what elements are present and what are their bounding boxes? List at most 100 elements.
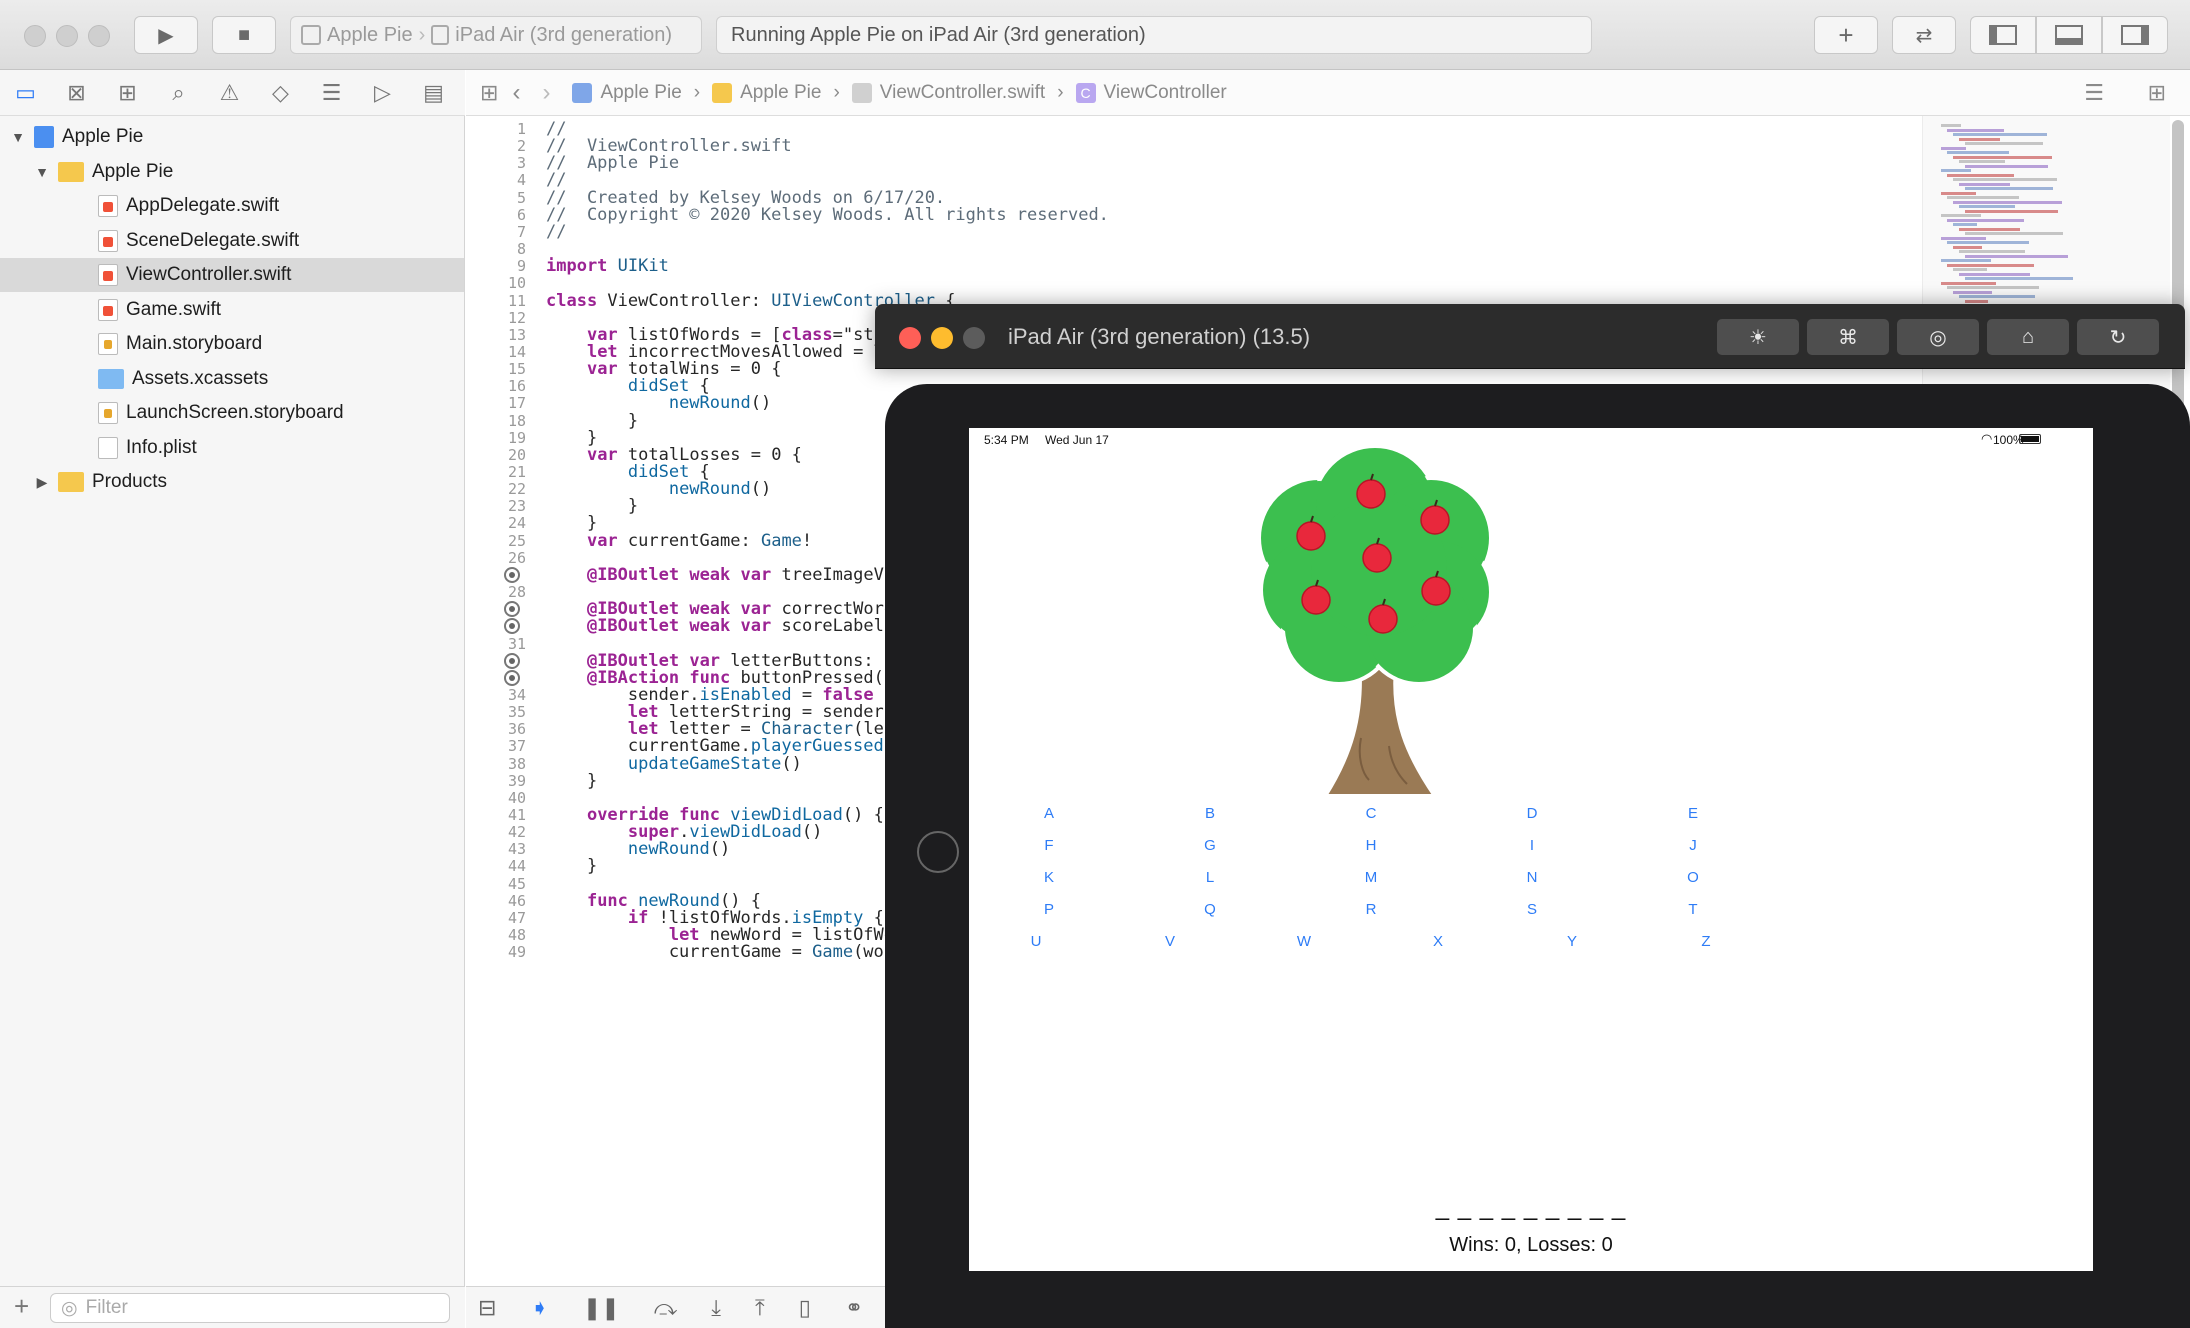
letter-button-v[interactable]: V	[1150, 933, 1190, 950]
letter-button-o[interactable]: O	[1673, 869, 1713, 886]
editor-options-icon[interactable]: ☰	[2084, 80, 2104, 106]
step-into-icon[interactable]: ⤓	[711, 1295, 721, 1321]
letter-button-i[interactable]: I	[1512, 837, 1552, 854]
outlet-connection-icon[interactable]	[504, 652, 520, 669]
letter-button-t[interactable]: T	[1673, 901, 1713, 918]
filter-input[interactable]: ◎ Filter	[50, 1293, 450, 1323]
navigator-item-label: LaunchScreen.storyboard	[126, 402, 344, 423]
report-icon[interactable]: ▤	[408, 80, 459, 106]
letter-button-j[interactable]: J	[1673, 837, 1713, 854]
simulator-title-bar[interactable]: iPad Air (3rd generation) (13.5) ☀ ⌘ ◎ ⌂ ↻	[875, 304, 2185, 369]
source-control-icon[interactable]: ⊠	[51, 80, 102, 106]
toggle-debug-area-button[interactable]	[2036, 16, 2102, 54]
step-over-icon[interactable]: ⤼	[654, 1295, 678, 1321]
hide-debug-area-icon[interactable]: ⊟	[478, 1295, 496, 1321]
navigator-item[interactable]: ViewController.swift	[0, 258, 464, 292]
outlet-connection-icon[interactable]	[504, 601, 520, 618]
add-file-icon[interactable]: +	[14, 1291, 29, 1322]
letter-button-s[interactable]: S	[1512, 901, 1552, 918]
navigator-item[interactable]: LaunchScreen.storyboard	[0, 396, 464, 430]
letter-button-l[interactable]: L	[1190, 869, 1230, 886]
letter-button-n[interactable]: N	[1512, 869, 1552, 886]
ipad-screen[interactable]: 5:34 PM Wed Jun 17 ◠ 100% A B C D E F G …	[969, 428, 2093, 1271]
code-review-button[interactable]: ⇄	[1892, 16, 1956, 54]
swift-file-icon	[851, 82, 872, 103]
test-icon[interactable]: ◇	[255, 80, 306, 106]
navigator-item[interactable]: ▶ Products	[0, 465, 464, 499]
close-simulator-button[interactable]	[899, 327, 921, 349]
letter-button-h[interactable]: H	[1351, 837, 1391, 854]
letter-button-u[interactable]: U	[1016, 933, 1056, 950]
jump-bar-crumb[interactable]: Apple Pie ›	[572, 82, 700, 104]
view-hierarchy-icon[interactable]: ▯	[799, 1295, 811, 1321]
outlet-connection-icon[interactable]	[504, 566, 520, 583]
library-button[interactable]: +	[1814, 16, 1878, 54]
breakpoints-toggle-icon[interactable]: ➧	[530, 1295, 548, 1321]
letter-button-x[interactable]: X	[1418, 933, 1458, 950]
pause-icon[interactable]: ❚❚	[583, 1295, 620, 1321]
symbol-icon[interactable]: ⊞	[102, 80, 153, 106]
jump-bar-crumb[interactable]: C ViewController	[1075, 82, 1227, 104]
zoom-window-button[interactable]	[88, 25, 110, 47]
outlet-connection-icon[interactable]	[504, 618, 520, 635]
home-button[interactable]	[917, 831, 959, 873]
letter-button-q[interactable]: Q	[1190, 901, 1230, 918]
letter-button-d[interactable]: D	[1512, 805, 1552, 822]
folder-icon[interactable]: ▭	[0, 80, 51, 106]
line-number-gutter[interactable]: 1 2 3 4 5 6 7 8 9 10 11 12 13 14 15 16 17 18 19 20 21 22 23 24 2…	[466, 116, 532, 1278]
minimize-window-button[interactable]	[56, 25, 78, 47]
navigator-item[interactable]: AppDelegate.swift	[0, 189, 464, 223]
letter-button-c[interactable]: C	[1351, 805, 1391, 822]
debug-icon[interactable]: ☰	[306, 80, 357, 106]
letter-button-e[interactable]: E	[1673, 805, 1713, 822]
letter-button-p[interactable]: P	[1029, 901, 1069, 918]
warning-icon[interactable]: ⚠	[204, 80, 255, 106]
letter-button-g[interactable]: G	[1190, 837, 1230, 854]
navigator-item[interactable]: SceneDelegate.swift	[0, 224, 464, 258]
toggle-navigator-button[interactable]	[1970, 16, 2036, 54]
disclosure-open-icon[interactable]: ▼	[34, 164, 50, 180]
run-button[interactable]: ▶	[134, 16, 198, 54]
outlet-connection-icon[interactable]	[504, 669, 520, 686]
navigator-item[interactable]: ▼ Apple Pie	[0, 155, 464, 189]
disclosure-closed-icon[interactable]: ▶	[34, 474, 50, 491]
letter-button-k[interactable]: K	[1029, 869, 1069, 886]
navigator-item[interactable]: ▼ Apple Pie	[0, 120, 464, 154]
letter-button-z[interactable]: Z	[1686, 933, 1726, 950]
letter-button-w[interactable]: W	[1284, 933, 1324, 950]
minimize-simulator-button[interactable]	[931, 327, 953, 349]
letter-button-m[interactable]: M	[1351, 869, 1391, 886]
forward-icon[interactable]: ›	[542, 79, 550, 107]
command-button[interactable]: ⌘	[1807, 319, 1889, 355]
navigator-item[interactable]: Main.storyboard	[0, 327, 464, 361]
zoom-simulator-button[interactable]	[963, 327, 985, 349]
letter-button-y[interactable]: Y	[1552, 933, 1592, 950]
memory-graph-icon[interactable]: ⚭	[845, 1295, 863, 1321]
navigator-item[interactable]: Game.swift	[0, 293, 464, 327]
navigator-item[interactable]: Assets.xcassets	[0, 362, 464, 396]
breakpoint-icon[interactable]: ▷	[357, 80, 408, 106]
search-icon[interactable]: ⌕	[153, 80, 204, 106]
add-editor-icon[interactable]: ⊞	[2148, 80, 2166, 106]
jump-bar-crumb[interactable]: Apple Pie ›	[712, 82, 840, 104]
navigator-item[interactable]: Info.plist	[0, 431, 464, 465]
home-button[interactable]: ⌂	[1987, 319, 2069, 355]
letter-button-f[interactable]: F	[1029, 837, 1069, 854]
step-out-icon[interactable]: ⤒	[755, 1295, 765, 1321]
letter-button-b[interactable]: B	[1190, 805, 1230, 822]
close-window-button[interactable]	[24, 25, 46, 47]
toggle-inspector-button[interactable]	[2102, 16, 2168, 54]
jump-bar-crumb[interactable]: ViewController.swift ›	[851, 82, 1064, 104]
scheme-device: iPad Air (3rd generation)	[455, 23, 673, 46]
back-icon[interactable]: ‹	[512, 79, 520, 107]
screenshot-button[interactable]: ◎	[1897, 319, 1979, 355]
disclosure-open-icon[interactable]: ▼	[10, 129, 26, 145]
scheme-selector[interactable]: Apple Pie › iPad Air (3rd generation)	[290, 16, 702, 54]
related-items-icon[interactable]: ⊞	[480, 80, 498, 106]
brightness-button[interactable]: ☀	[1717, 319, 1799, 355]
letter-button-a[interactable]: A	[1029, 805, 1069, 822]
rotate-button[interactable]: ↻	[2077, 319, 2159, 355]
line-number: 16	[507, 377, 526, 396]
stop-button[interactable]: ■	[212, 16, 276, 54]
letter-button-r[interactable]: R	[1351, 901, 1391, 918]
